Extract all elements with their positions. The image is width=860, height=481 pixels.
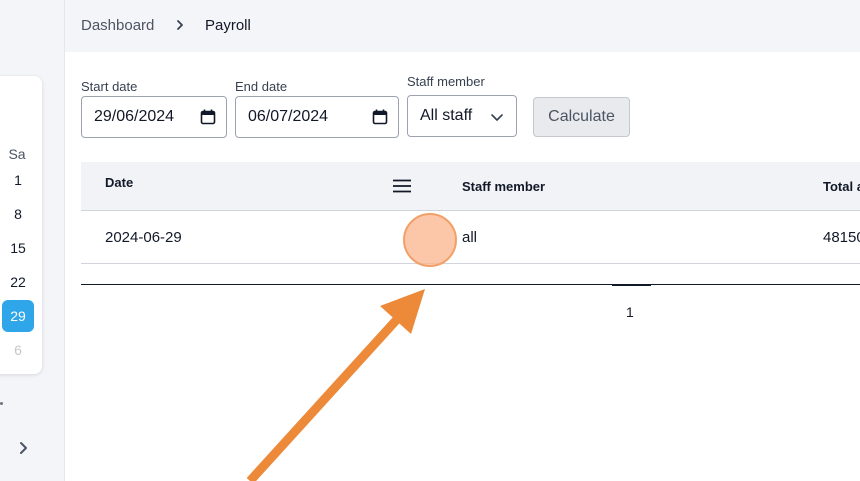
table-bottom-border	[81, 284, 860, 285]
start-date-value: 29/06/2024	[94, 108, 175, 125]
sidebar: Sa 1 8 15 22 29 6	[0, 0, 65, 481]
calendar-day[interactable]: 8	[2, 198, 34, 230]
start-date-input[interactable]: 29/06/2024	[81, 96, 227, 138]
staff-member-label: Staff member	[407, 74, 485, 89]
table-header: Date Staff member Total a	[81, 162, 860, 211]
click-indicator	[403, 213, 457, 267]
pagination-page-1[interactable]: 1	[626, 304, 634, 320]
cell-total: 48150	[823, 229, 860, 246]
end-date-value: 06/07/2024	[248, 108, 329, 125]
calendar-day[interactable]: 1	[2, 164, 34, 196]
header-bar: Dashboard Payroll	[65, 0, 860, 52]
staff-member-value: All staff	[420, 107, 473, 124]
cell-staff-member: all	[462, 229, 478, 246]
end-date-input[interactable]: 06/07/2024	[235, 96, 399, 138]
column-header-total[interactable]: Total a	[823, 179, 860, 194]
chevron-down-icon	[491, 114, 503, 121]
end-date-label: End date	[235, 79, 288, 94]
breadcrumb-payroll: Payroll	[205, 17, 251, 34]
column-menu-icon[interactable]	[393, 179, 411, 193]
sidebar-dot	[0, 402, 3, 405]
staff-member-select[interactable]: All staff	[407, 95, 517, 137]
calendar-day-next-month[interactable]: 6	[2, 334, 34, 366]
calendar-day-selected[interactable]: 29	[2, 300, 34, 332]
breadcrumb-dashboard[interactable]: Dashboard	[81, 17, 154, 34]
table-row[interactable]: 2024-06-29 all 48150	[81, 211, 860, 264]
calculate-button[interactable]: Calculate	[533, 97, 630, 137]
chevron-right-icon	[177, 20, 183, 30]
chevron-right-icon[interactable]	[14, 438, 34, 458]
current-page-indicator	[612, 284, 651, 286]
cell-date: 2024-06-29	[105, 229, 182, 246]
calendar-day[interactable]: 15	[2, 232, 34, 264]
column-header-date[interactable]: Date	[105, 175, 133, 190]
calendar-day[interactable]: 22	[2, 266, 34, 298]
calendar-icon[interactable]	[372, 109, 388, 125]
column-header-staff-member[interactable]: Staff member	[462, 179, 545, 194]
start-date-label: Start date	[81, 79, 138, 94]
calendar-icon[interactable]	[200, 109, 216, 125]
calendar-weekday-header: Sa	[8, 146, 26, 162]
